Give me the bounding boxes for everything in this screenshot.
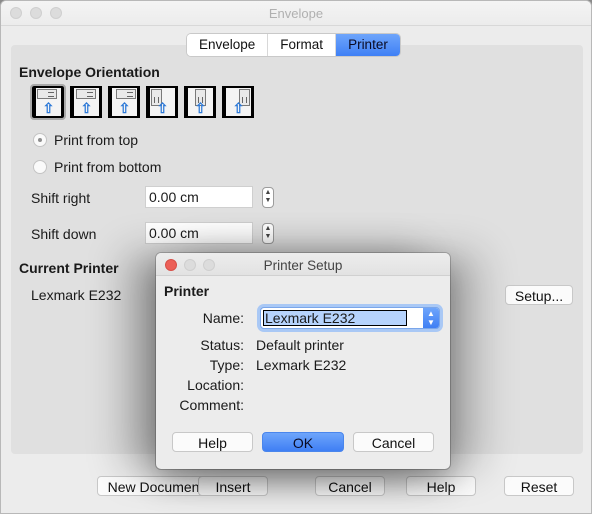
up-arrow-icon: ⇧ (42, 100, 55, 116)
location-label: Location: (187, 377, 244, 393)
cancel-button[interactable]: Cancel (315, 476, 385, 496)
print-from-top-label: Print from top (54, 132, 139, 148)
printer-name-value[interactable]: Lexmark E232 (263, 310, 407, 326)
up-arrow-icon: ⇧ (156, 100, 169, 116)
envelope-icon (116, 89, 136, 99)
print-from-bottom-radio[interactable]: Print from bottom (33, 159, 161, 175)
insert-button[interactable]: Insert (198, 476, 268, 496)
print-from-bottom-label: Print from bottom (54, 159, 162, 175)
shift-right-label: Shift right (31, 190, 91, 206)
orientation-horizontal-right-button[interactable]: ⇧ (108, 86, 140, 118)
dialog-title: Printer Setup (263, 258, 343, 273)
print-from-top-radio[interactable]: Print from top (33, 132, 138, 148)
orientation-vertical-left-button[interactable]: ⇧ (146, 86, 178, 118)
shift-down-label: Shift down (31, 226, 97, 242)
setup-button[interactable]: Setup... (505, 285, 573, 305)
dialog-cancel-button[interactable]: Cancel (353, 432, 434, 452)
orientation-vertical-center-button[interactable]: ⇧ (184, 86, 216, 118)
name-label: Name: (202, 310, 244, 326)
status-value: Default printer (256, 337, 344, 353)
envelope-icon (37, 89, 57, 99)
orientation-vertical-right-button[interactable]: ⇧ (222, 86, 254, 118)
window-title: Envelope (268, 6, 324, 21)
reset-button[interactable]: Reset (504, 476, 574, 496)
dialog-ok-button[interactable]: OK (262, 432, 344, 452)
current-printer-name: Lexmark E232 (31, 287, 122, 303)
orientation-horizontal-left-button[interactable]: ⇧ (30, 84, 66, 120)
radio-selected-indicator[interactable] (33, 133, 47, 147)
dialog-help-button[interactable]: Help (172, 432, 253, 452)
current-printer-heading: Current Printer (19, 260, 119, 276)
shift-right-stepper[interactable]: ▲ ▼ (262, 187, 274, 208)
orientation-horizontal-center-button[interactable]: ⇧ (70, 86, 102, 118)
chevron-updown-icon[interactable]: ▲ ▼ (423, 308, 439, 328)
printer-setup-dialog: Printer Setup Printer Name: Lexmark E232… (156, 253, 450, 469)
type-label: Type: (209, 357, 244, 373)
shift-down-input[interactable]: 0.00 cm (145, 222, 253, 244)
status-label: Status: (200, 337, 244, 353)
orientation-options: ⇧ ⇧ ⇧ ⇧ ⇧ ⇧ (30, 84, 254, 120)
printer-name-select[interactable]: Lexmark E232 ▲ ▼ (260, 307, 440, 329)
dialog-titlebar: Printer Setup (156, 253, 450, 276)
shift-right-input[interactable]: 0.00 cm (145, 186, 253, 208)
tab-printer[interactable]: Printer (336, 34, 400, 56)
tab-bar: Envelope Format Printer (187, 34, 400, 56)
up-arrow-icon: ⇧ (80, 100, 93, 116)
up-arrow-icon: ⇧ (194, 100, 207, 116)
radio-unselected-indicator[interactable] (33, 160, 47, 174)
shift-down-stepper[interactable]: ▲ ▼ (262, 223, 274, 244)
printer-section-heading: Printer (164, 283, 210, 299)
new-document-button[interactable]: New Document (97, 476, 214, 496)
envelope-icon (76, 89, 96, 99)
comment-label: Comment: (179, 397, 244, 413)
tab-format[interactable]: Format (268, 34, 337, 56)
tab-envelope[interactable]: Envelope (187, 34, 269, 56)
up-arrow-icon: ⇧ (232, 100, 245, 116)
up-arrow-icon: ⇧ (118, 100, 131, 116)
window-titlebar: Envelope (1, 1, 591, 26)
type-value: Lexmark E232 (256, 357, 347, 373)
help-button[interactable]: Help (406, 476, 476, 496)
envelope-orientation-heading: Envelope Orientation (19, 64, 160, 80)
